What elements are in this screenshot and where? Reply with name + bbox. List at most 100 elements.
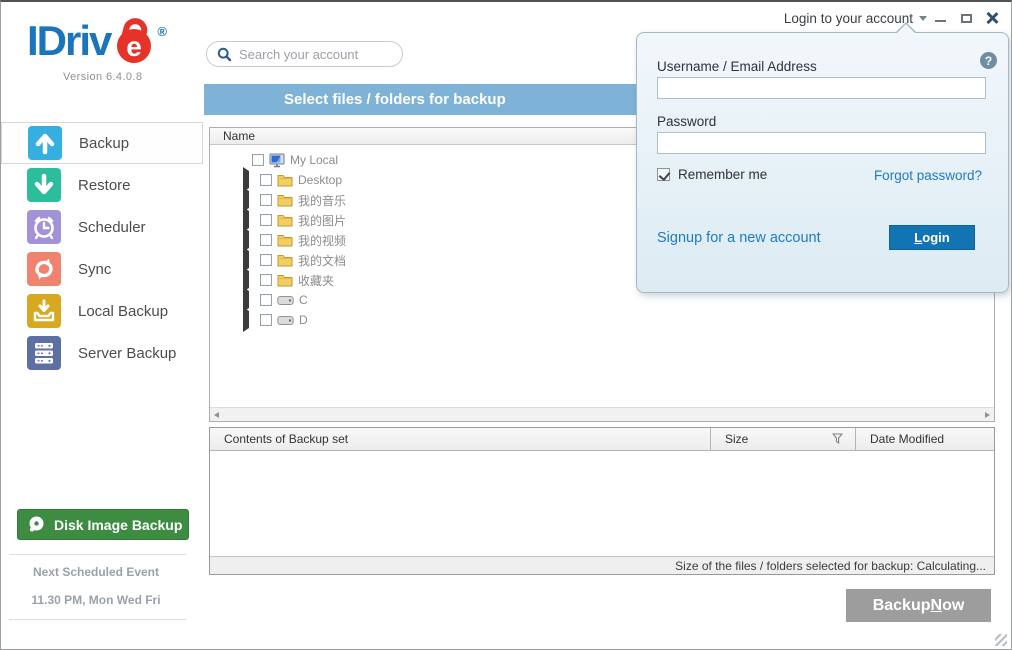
chevron-down-icon — [919, 16, 927, 21]
username-field[interactable] — [657, 77, 986, 99]
sidebar-item-label: Server Backup — [78, 345, 176, 362]
registered-mark: ® — [157, 24, 167, 39]
forgot-password-link[interactable]: Forgot password? — [874, 168, 982, 183]
drive-icon — [277, 315, 294, 326]
login-popup: ? Username / Email Address Password Reme… — [636, 32, 1009, 293]
backup-now-button[interactable]: Backup Now — [846, 589, 991, 622]
disk-image-backup-label: Disk Image Backup — [54, 517, 182, 533]
disk-image-backup-button[interactable]: Disk Image Backup — [17, 509, 189, 540]
divider — [9, 619, 186, 620]
page-title: Select files / folders for backup — [204, 91, 506, 108]
password-field[interactable] — [657, 132, 986, 154]
idrive-logo: IDriv e ® Version 6.4.0.8 — [27, 18, 167, 83]
help-button[interactable]: ? — [980, 52, 997, 69]
sidebar-item-label: Local Backup — [78, 303, 168, 320]
minimize-button[interactable] — [927, 7, 953, 29]
checkbox[interactable] — [260, 194, 272, 206]
remember-me-label: Remember me — [678, 167, 767, 182]
column-header-date-modified[interactable]: Date Modified — [856, 428, 994, 450]
resize-grip-icon[interactable] — [995, 634, 1007, 646]
checkbox[interactable] — [260, 214, 272, 226]
sidebar-item-backup[interactable]: Backup — [1, 122, 203, 164]
sidebar-item-sync[interactable]: Sync — [1, 248, 204, 290]
sidebar-item-label: Restore — [78, 177, 131, 194]
column-header-label: Date Modified — [870, 432, 944, 446]
folder-icon — [277, 173, 293, 187]
tree-row-drive[interactable]: D — [210, 310, 994, 330]
tree-header-label: Name — [223, 129, 255, 143]
sidebar-nav: Backup Restore Scheduler Sync Local Back… — [1, 122, 204, 374]
checkbox[interactable] — [260, 274, 272, 286]
checkbox[interactable] — [260, 294, 272, 306]
column-header-size[interactable]: Size — [711, 428, 856, 450]
scroll-right-icon[interactable] — [985, 412, 990, 418]
close-button[interactable] — [979, 7, 1005, 29]
login-account-label: Login to your account — [784, 11, 913, 26]
close-icon — [986, 12, 998, 24]
status-text: Size of the files / folders selected for… — [675, 559, 986, 573]
horizontal-scrollbar[interactable] — [210, 407, 994, 421]
folder-icon — [277, 273, 293, 287]
checkbox[interactable] — [260, 234, 272, 246]
maximize-button[interactable] — [953, 7, 979, 29]
column-header-label: Size — [725, 432, 748, 446]
sidebar-item-label: Sync — [78, 261, 111, 278]
password-label: Password — [657, 114, 716, 129]
tree-label: 我的文档 — [298, 252, 346, 269]
signup-link[interactable]: Signup for a new account — [657, 230, 821, 246]
folder-icon — [277, 213, 293, 227]
sidebar-item-local-backup[interactable]: Local Backup — [1, 290, 204, 332]
sidebar-item-scheduler[interactable]: Scheduler — [1, 206, 204, 248]
tree-label: D — [299, 313, 308, 327]
upload-arrow-icon — [28, 126, 62, 160]
brand-text: IDriv — [27, 18, 110, 64]
sidebar-item-restore[interactable]: Restore — [1, 164, 204, 206]
checkbox[interactable] — [260, 174, 272, 186]
tree-label: Desktop — [298, 173, 342, 187]
svg-text:e: e — [127, 31, 143, 62]
search-input[interactable] — [239, 47, 389, 62]
disk-icon — [27, 515, 46, 534]
login-button[interactable]: Login — [889, 225, 975, 250]
column-header-label: Contents of Backup set — [224, 432, 348, 446]
status-bar: Size of the files / folders selected for… — [210, 556, 994, 574]
sync-arrows-icon — [27, 252, 61, 286]
tree-label: C — [299, 293, 308, 307]
tray-icon — [27, 294, 61, 328]
column-header-contents[interactable]: Contents of Backup set — [210, 428, 711, 450]
login-button-label: L — [914, 230, 922, 245]
minimize-icon — [935, 20, 946, 22]
sidebar-item-label: Backup — [79, 135, 129, 152]
divider — [9, 554, 186, 555]
expander-icon[interactable] — [243, 307, 249, 332]
folder-icon — [277, 233, 293, 247]
tree-label: My Local — [290, 153, 338, 167]
next-scheduled-event-label: Next Scheduled Event — [1, 565, 191, 579]
drive-icon — [277, 295, 294, 306]
checkbox[interactable] — [260, 254, 272, 266]
username-label: Username / Email Address — [657, 59, 817, 74]
sidebar-item-label: Scheduler — [78, 219, 146, 236]
lock-logo-icon: e — [112, 15, 156, 70]
tree-row-drive[interactable]: C — [210, 290, 994, 310]
remember-me-control[interactable]: Remember me — [657, 167, 767, 182]
sidebar-item-server-backup[interactable]: Server Backup — [1, 332, 204, 374]
maximize-icon — [961, 14, 972, 23]
folder-icon — [277, 253, 293, 267]
checkbox[interactable] — [260, 314, 272, 326]
download-arrow-icon — [27, 168, 61, 202]
version-label: Version 6.4.0.8 — [63, 71, 167, 83]
computer-icon — [269, 153, 285, 168]
checkbox[interactable] — [252, 154, 264, 166]
filter-funnel-icon[interactable] — [832, 433, 843, 447]
tree-label: 收藏夹 — [298, 272, 334, 289]
next-scheduled-event-time: 11.30 PM, Mon Wed Fri — [1, 593, 191, 607]
popup-caret — [895, 22, 917, 33]
folder-icon — [277, 193, 293, 207]
remember-me-checkbox[interactable] — [657, 168, 670, 181]
question-mark-icon: ? — [985, 54, 992, 68]
search-bar[interactable] — [206, 41, 403, 67]
tree-label: 我的音乐 — [298, 192, 346, 209]
scroll-left-icon[interactable] — [214, 412, 219, 418]
table-header-row: Contents of Backup set Size Date Modifie… — [210, 428, 994, 451]
